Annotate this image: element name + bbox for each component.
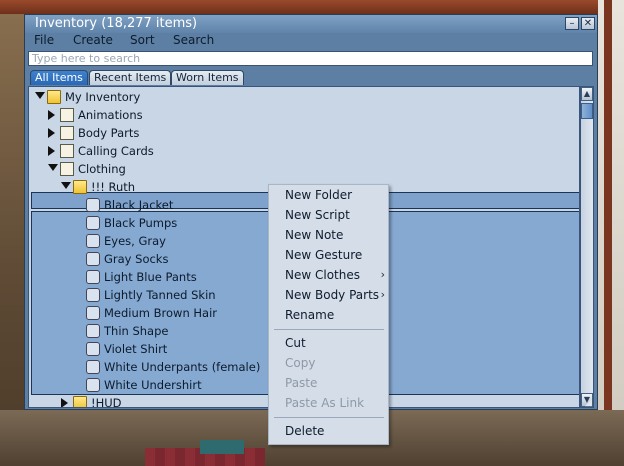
- title-bar[interactable]: Inventory (18,277 items) – ✕: [25, 15, 597, 33]
- context-item-label: New Script: [285, 208, 350, 222]
- clothing-folder-icon: [60, 162, 74, 176]
- tree-row-label: Eyes, Gray: [104, 234, 166, 248]
- socks-icon: [86, 252, 100, 266]
- menu-separator: [274, 417, 384, 418]
- undershirt-icon: [86, 378, 100, 392]
- tree-row-label: Body Parts: [78, 126, 140, 140]
- close-button[interactable]: ✕: [581, 17, 595, 30]
- collapsed-arrow-icon[interactable]: [48, 128, 55, 138]
- scroll-up-icon[interactable]: ▲: [581, 87, 593, 101]
- tree-row-label: White Undershirt: [104, 378, 202, 392]
- inventory-tabs: All Items Recent Items Worn Items: [28, 70, 593, 86]
- folder-icon: [73, 396, 87, 407]
- eyes-icon: [86, 234, 100, 248]
- resize-grip-icon[interactable]: ◢: [585, 398, 595, 408]
- context-item-label: Delete: [285, 424, 325, 438]
- context-item-rename[interactable]: Rename: [269, 305, 388, 325]
- hair-icon: [86, 306, 100, 320]
- context-item-new-script[interactable]: New Script: [269, 205, 388, 225]
- vertical-scrollbar[interactable]: ▲ ▼: [580, 86, 594, 408]
- calling-card-icon: [60, 144, 74, 158]
- collapsed-arrow-icon[interactable]: [48, 146, 55, 156]
- expand-arrow-icon[interactable]: [48, 164, 58, 171]
- submenu-arrow-icon: ›: [380, 288, 385, 301]
- context-item-label: Cut: [285, 336, 306, 350]
- tree-row-label: Violet Shirt: [104, 342, 168, 356]
- context-item-label: Copy: [285, 356, 316, 370]
- folder-open-icon: [47, 90, 61, 104]
- window-title: Inventory (18,277 items): [35, 16, 198, 31]
- tree-row-label: White Underpants (female): [104, 360, 261, 374]
- scroll-thumb[interactable]: [581, 103, 593, 119]
- tree-row-label: My Inventory: [65, 90, 141, 104]
- context-item-label: Paste As Link: [285, 396, 365, 410]
- context-item-new-folder[interactable]: New Folder: [269, 185, 388, 205]
- tree-row-label: Black Jacket: [104, 198, 174, 212]
- context-item-delete[interactable]: Delete: [269, 421, 388, 441]
- context-item-label: New Note: [285, 228, 344, 242]
- folder-open-icon: [73, 180, 87, 194]
- tab-all-items[interactable]: All Items: [30, 70, 88, 85]
- context-item-copy: Copy: [269, 353, 388, 373]
- tree-folder-row[interactable]: Body Parts: [29, 125, 579, 142]
- context-item-label: New Clothes: [285, 268, 360, 282]
- menu-file[interactable]: File: [34, 33, 54, 47]
- context-menu: New Folder New Script New Note New Gesture N…: [268, 184, 389, 445]
- shape-icon: [86, 324, 100, 338]
- tree-row-label: Gray Socks: [104, 252, 169, 266]
- body-parts-icon: [60, 126, 74, 140]
- tree-row-label: Animations: [78, 108, 143, 122]
- tree-folder-row[interactable]: My Inventory: [29, 89, 579, 106]
- context-item-new-gesture[interactable]: New Gesture: [269, 245, 388, 265]
- menu-sort[interactable]: Sort: [130, 33, 155, 47]
- context-item-paste-as-link: Paste As Link: [269, 393, 388, 413]
- menu-create[interactable]: Create: [73, 33, 113, 47]
- menu-search[interactable]: Search: [173, 33, 214, 47]
- minimize-button[interactable]: –: [565, 17, 579, 30]
- context-item-paste: Paste: [269, 373, 388, 393]
- background-beam: [0, 0, 624, 14]
- tab-worn-items[interactable]: Worn Items: [171, 70, 244, 85]
- expand-arrow-icon[interactable]: [35, 92, 45, 99]
- skin-icon: [86, 288, 100, 302]
- search-input[interactable]: Type here to search: [28, 51, 593, 66]
- background-beam-vertical: [604, 0, 612, 466]
- menu-bar: File Create Sort Search: [25, 33, 597, 51]
- context-item-label: New Folder: [285, 188, 353, 202]
- context-item-label: Rename: [285, 308, 335, 322]
- jacket-icon: [86, 198, 100, 212]
- context-item-new-body-parts[interactable]: New Body Parts ›: [269, 285, 388, 305]
- context-item-new-clothes[interactable]: New Clothes ›: [269, 265, 388, 285]
- animation-icon: [60, 108, 74, 122]
- tree-row-label: Medium Brown Hair: [104, 306, 218, 320]
- collapsed-arrow-icon[interactable]: [48, 110, 55, 120]
- underpants-icon: [86, 360, 100, 374]
- tree-row-label: Thin Shape: [104, 324, 169, 338]
- expand-arrow-icon[interactable]: [61, 182, 71, 189]
- tree-folder-row[interactable]: Animations: [29, 107, 579, 124]
- tree-row-label: !HUD: [91, 396, 122, 408]
- tree-folder-row[interactable]: Calling Cards: [29, 143, 579, 160]
- tree-folder-row[interactable]: Clothing: [29, 161, 579, 178]
- menu-separator: [274, 329, 384, 330]
- collapsed-arrow-icon[interactable]: [61, 398, 68, 407]
- shirt-icon: [86, 342, 100, 356]
- context-item-cut[interactable]: Cut: [269, 333, 388, 353]
- tree-row-label: Lightly Tanned Skin: [104, 288, 216, 302]
- submenu-arrow-icon: ›: [380, 268, 385, 281]
- tab-recent-items[interactable]: Recent Items: [89, 70, 172, 85]
- context-item-label: New Body Parts: [285, 288, 380, 302]
- tree-row-label: Light Blue Pants: [104, 270, 197, 284]
- context-item-new-note[interactable]: New Note: [269, 225, 388, 245]
- pants-icon: [86, 270, 100, 284]
- context-item-label: Paste: [285, 376, 318, 390]
- context-item-label: New Gesture: [285, 248, 363, 262]
- shoes-icon: [86, 216, 100, 230]
- tree-row-label: Black Pumps: [104, 216, 178, 230]
- background-cushion-teal: [200, 440, 244, 454]
- tree-row-label: Clothing: [78, 162, 126, 176]
- tree-row-label: !!! Ruth: [91, 180, 136, 194]
- tree-row-label: Calling Cards: [78, 144, 154, 158]
